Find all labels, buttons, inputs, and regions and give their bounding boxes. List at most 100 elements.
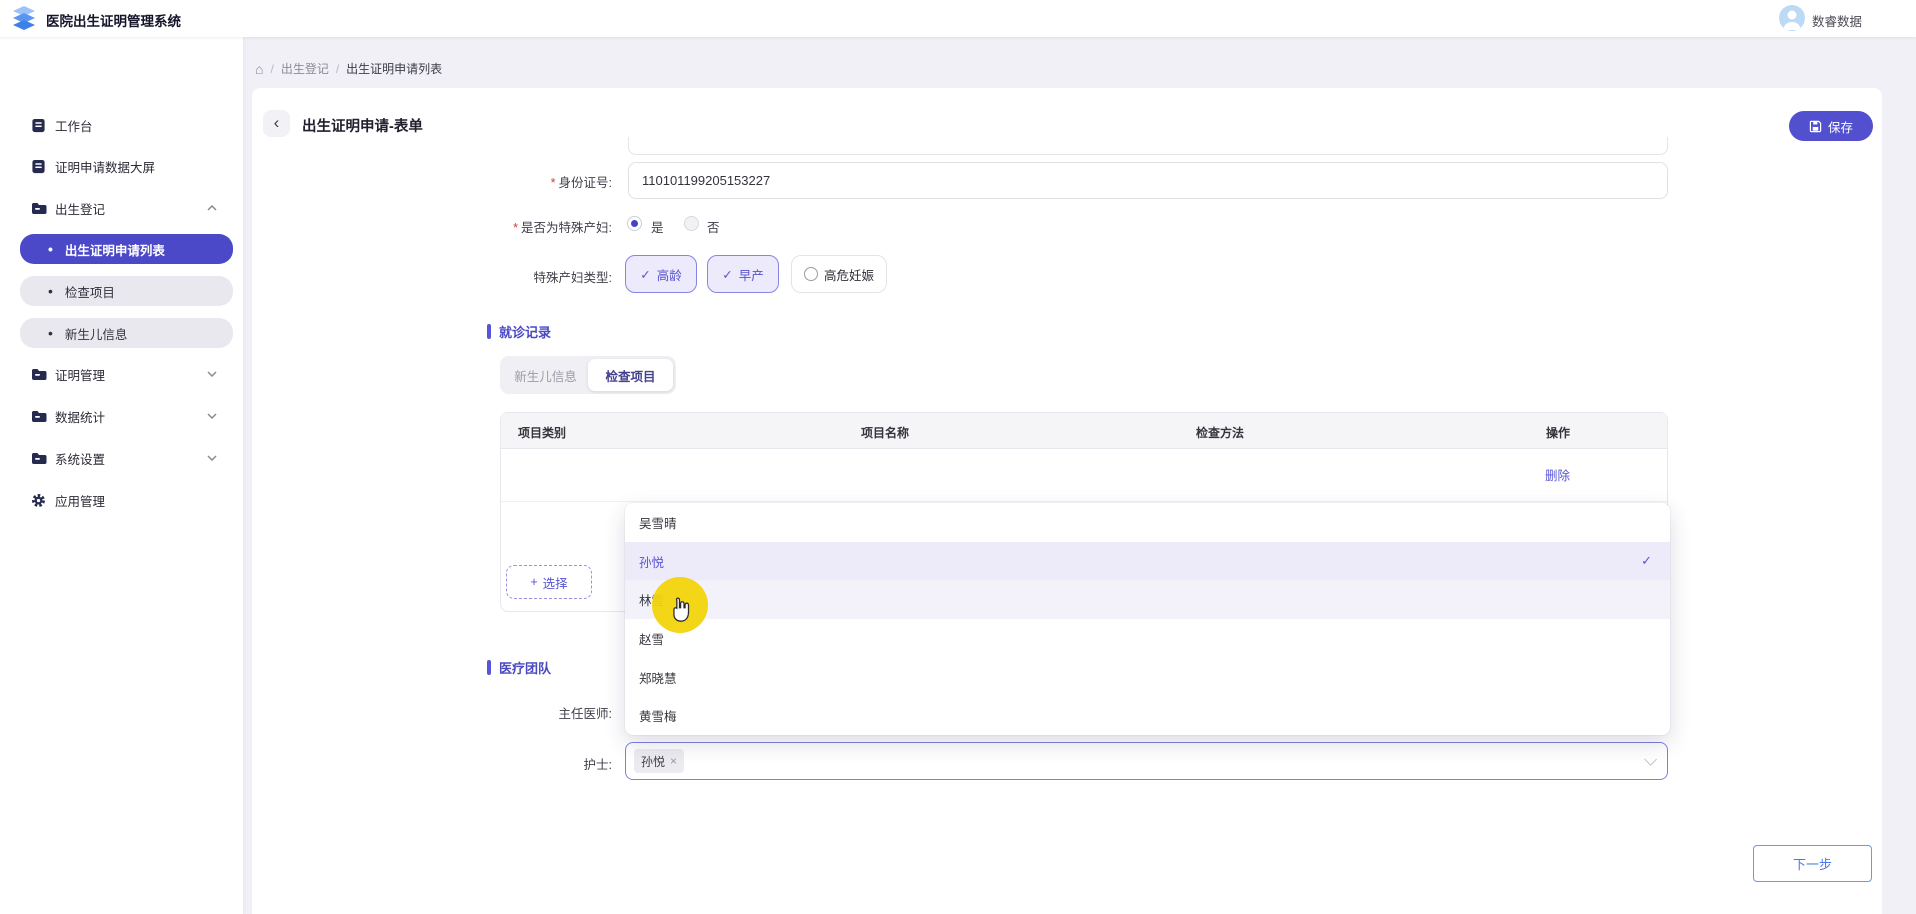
bullet-icon: • bbox=[48, 325, 53, 341]
app-logo-icon bbox=[13, 6, 35, 30]
nurse-label: 护士: bbox=[583, 758, 612, 772]
clipped-input[interactable] bbox=[628, 137, 1668, 155]
radio-no-label[interactable]: 否 bbox=[707, 217, 720, 236]
tag-advanced-age[interactable]: ✓ 高龄 bbox=[625, 255, 697, 293]
id-number-label: * 身份证号: bbox=[550, 176, 612, 190]
tab-check-items[interactable]: 检查项目 bbox=[588, 359, 673, 391]
section-title: 医疗团队 bbox=[499, 661, 552, 676]
row1-delete-link[interactable]: 删除 bbox=[1545, 465, 1570, 484]
nurse-multiselect[interactable]: 孙悦 × bbox=[625, 742, 1668, 780]
col-header-name: 项目名称 bbox=[861, 426, 910, 440]
option-label: 吴雪晴 bbox=[639, 516, 677, 531]
table-header-row: 项目类别 项目名称 检查方法 操作 bbox=[501, 413, 1667, 449]
visit-record-section: 就诊记录 bbox=[487, 322, 551, 341]
radio-no[interactable] bbox=[684, 216, 699, 231]
sidebar-item-newborn-info[interactable]: • 新生儿信息 bbox=[20, 318, 233, 348]
option-label: 赵雪 bbox=[639, 632, 665, 647]
special-type-label: 特殊产妇类型: bbox=[533, 271, 612, 285]
option-label: 孙悦 bbox=[639, 555, 665, 570]
required-mark: * bbox=[513, 221, 519, 235]
save-button[interactable]: 保存 bbox=[1789, 111, 1873, 141]
special-mother-label: * 是否为特殊产妇: bbox=[513, 221, 612, 235]
back-button[interactable]: ‹ bbox=[263, 110, 290, 137]
section-bar bbox=[487, 324, 491, 339]
breadcrumb-item[interactable]: 出生登记 bbox=[281, 60, 329, 77]
top-header: 医院出生证明管理系统 数睿数据 bbox=[0, 0, 1916, 37]
nurse-tag-label: 孙悦 bbox=[641, 754, 666, 769]
breadcrumb-item-current: 出生证明申请列表 bbox=[346, 62, 443, 76]
add-row-label: 选择 bbox=[542, 576, 568, 591]
folder-icon bbox=[30, 450, 47, 467]
sidebar-item-birth-cert-list[interactable]: • 出生证明申请列表 bbox=[20, 234, 233, 264]
section-bar bbox=[487, 660, 491, 675]
person-icon bbox=[1783, 10, 1801, 30]
cursor-pointer-icon bbox=[673, 597, 690, 622]
username-label[interactable]: 数睿数据 bbox=[1812, 11, 1862, 30]
option-label: 郑晓慧 bbox=[639, 671, 677, 686]
breadcrumb-separator: / bbox=[335, 61, 340, 76]
tag-label: 高危妊娠 bbox=[823, 268, 874, 283]
sidebar-item-birth-registration[interactable]: 出生登记 bbox=[0, 193, 243, 223]
tab-newborn-info[interactable]: 新生儿信息 bbox=[503, 359, 588, 391]
sidebar-item-dashboard[interactable]: 证明申请数据大屏 bbox=[0, 151, 243, 181]
sidebar-item-label: 证明管理 bbox=[55, 368, 106, 383]
check-icon: ✓ bbox=[1641, 553, 1652, 568]
sidebar-item-label: 证明申请数据大屏 bbox=[55, 160, 156, 175]
sidebar-item-workbench[interactable]: 工作台 bbox=[0, 110, 243, 140]
nurse-dropdown-menu: 吴雪晴 孙悦 ✓ 林雪 赵雪 郑晓慧 黄雪梅 bbox=[625, 503, 1670, 735]
sidebar-item-label: 出生证明申请列表 bbox=[64, 243, 165, 258]
row-divider bbox=[501, 501, 1667, 502]
sidebar-item-check-items[interactable]: • 检查项目 bbox=[20, 276, 233, 306]
circle-icon bbox=[803, 267, 818, 281]
selected-nurse-tag: 孙悦 × bbox=[634, 749, 685, 773]
breadcrumb-separator: / bbox=[270, 61, 274, 76]
dropdown-option-hovered[interactable]: 林雪 bbox=[625, 580, 1670, 620]
folder-icon bbox=[30, 366, 47, 383]
plus-icon: + bbox=[530, 575, 538, 589]
sidebar: 工作台 证明申请数据大屏 出生登记 • 出生证明申请列表 • 检查项目 • 新生… bbox=[0, 37, 243, 914]
dropdown-option[interactable]: 吴雪晴 bbox=[625, 503, 1670, 542]
tag-label: 高龄 bbox=[656, 268, 682, 283]
radio-yes-label[interactable]: 是 bbox=[651, 217, 664, 236]
dropdown-option-selected[interactable]: 孙悦 ✓ bbox=[625, 541, 1670, 581]
sidebar-item-label: 工作台 bbox=[55, 119, 93, 134]
sidebar-item-app-management[interactable]: 应用管理 bbox=[0, 485, 243, 515]
remove-tag-icon[interactable]: × bbox=[670, 754, 677, 768]
chevron-down-icon bbox=[207, 371, 217, 377]
home-icon[interactable]: ⌂ bbox=[255, 61, 263, 77]
radio-yes[interactable] bbox=[627, 216, 642, 231]
col-header-actions: 操作 bbox=[1546, 426, 1571, 440]
dropdown-option[interactable]: 赵雪 bbox=[625, 619, 1670, 658]
option-label: 黄雪梅 bbox=[639, 710, 677, 725]
user-avatar[interactable] bbox=[1779, 5, 1805, 31]
save-icon bbox=[1809, 120, 1822, 132]
document-icon bbox=[30, 158, 47, 175]
add-row-button[interactable]: + 选择 bbox=[506, 565, 592, 599]
sidebar-item-label: 应用管理 bbox=[55, 494, 106, 509]
breadcrumb: ⌂ / 出生登记 / 出生证明申请列表 bbox=[255, 60, 442, 77]
sidebar-item-cert-management[interactable]: 证明管理 bbox=[0, 359, 243, 389]
tag-high-risk[interactable]: 高危妊娠 bbox=[791, 255, 887, 293]
chevron-down-icon bbox=[207, 413, 217, 419]
bullet-icon: • bbox=[48, 283, 53, 299]
check-icon: ✓ bbox=[722, 267, 733, 282]
required-mark: * bbox=[550, 176, 556, 190]
dropdown-option[interactable]: 郑晓慧 bbox=[625, 658, 1670, 697]
page-title: 出生证明申请-表单 bbox=[302, 119, 423, 135]
sidebar-item-label: 检查项目 bbox=[64, 285, 115, 300]
check-icon: ✓ bbox=[640, 267, 651, 282]
next-step-button[interactable]: 下一步 bbox=[1753, 845, 1872, 882]
sidebar-item-label: 数据统计 bbox=[55, 410, 106, 425]
id-number-input[interactable] bbox=[628, 162, 1668, 199]
dropdown-option[interactable]: 黄雪梅 bbox=[625, 696, 1670, 735]
tag-label: 早产 bbox=[738, 268, 764, 283]
sidebar-item-system-settings[interactable]: 系统设置 bbox=[0, 443, 243, 473]
document-icon bbox=[30, 117, 47, 134]
chief-physician-label: 主任医师: bbox=[558, 707, 612, 721]
sidebar-item-label: 新生儿信息 bbox=[64, 327, 128, 342]
chevron-up-icon bbox=[207, 205, 217, 211]
section-title: 就诊记录 bbox=[499, 325, 552, 340]
medical-team-section: 医疗团队 bbox=[487, 658, 551, 677]
tag-premature[interactable]: ✓ 早产 bbox=[707, 255, 779, 293]
sidebar-item-data-statistics[interactable]: 数据统计 bbox=[0, 401, 243, 431]
